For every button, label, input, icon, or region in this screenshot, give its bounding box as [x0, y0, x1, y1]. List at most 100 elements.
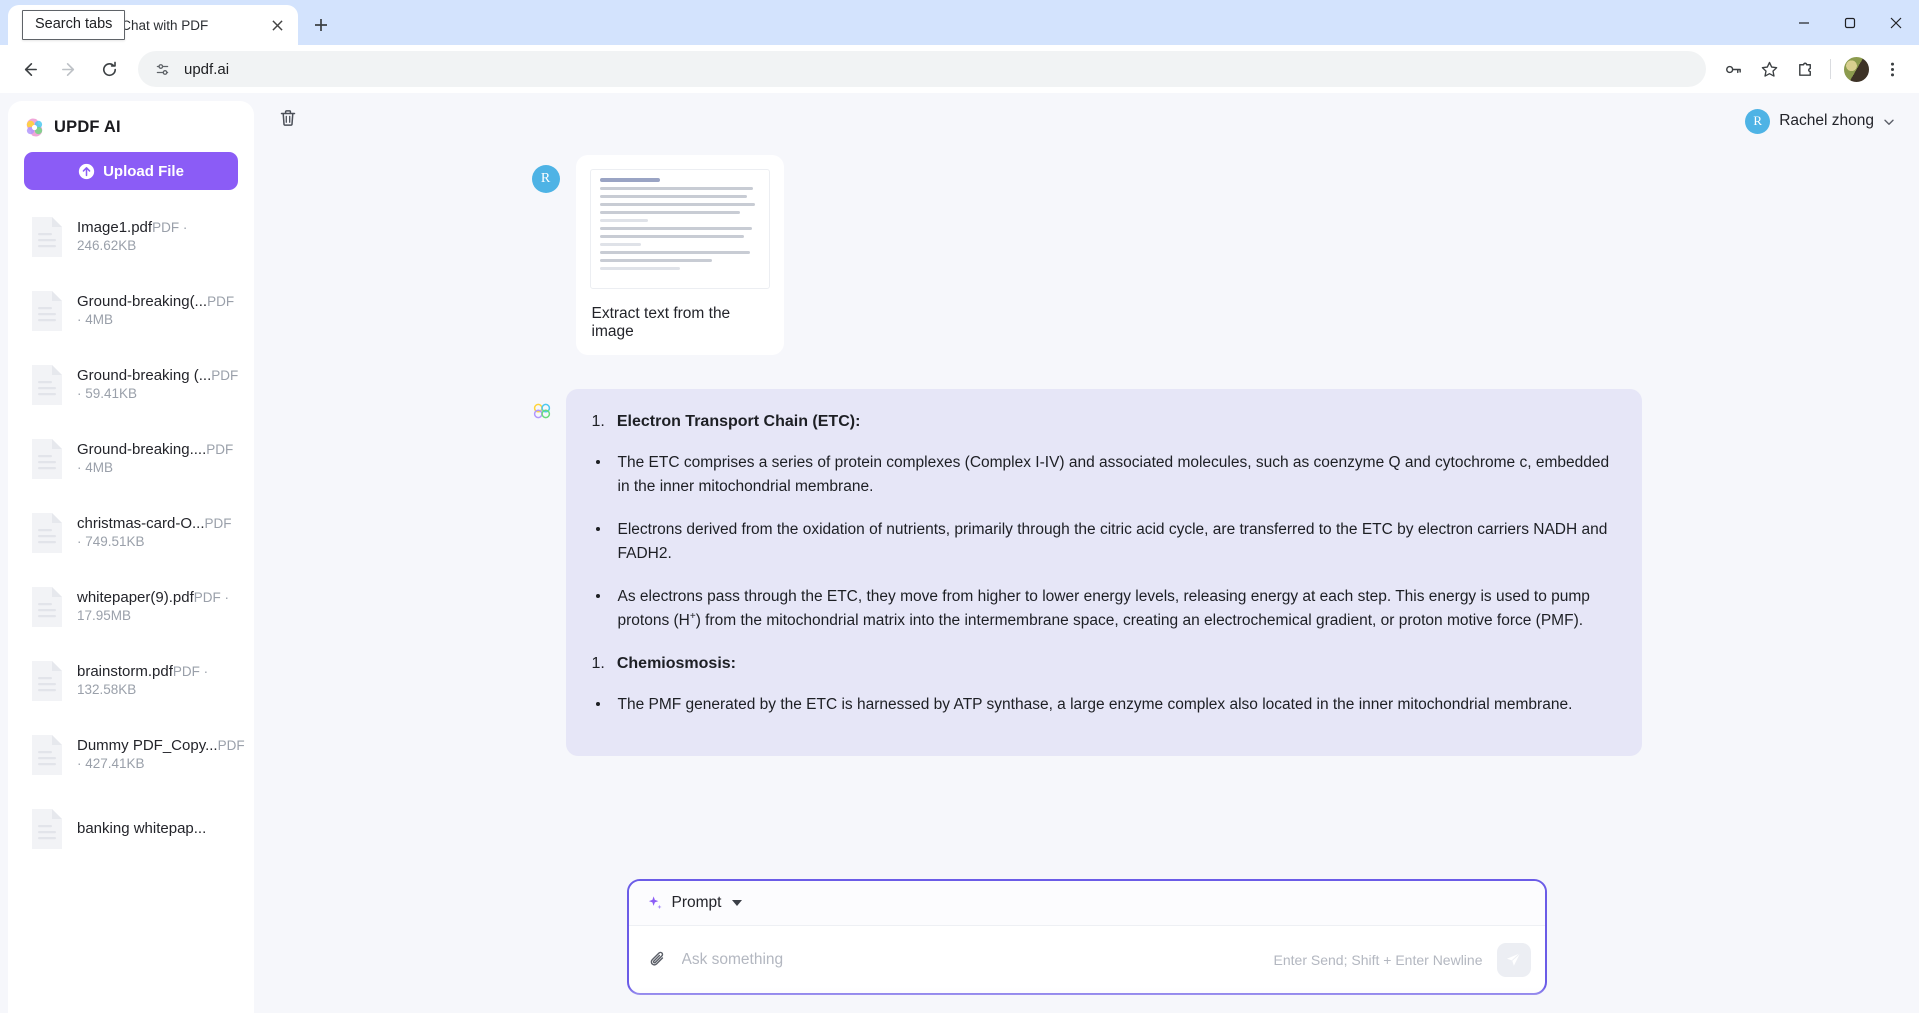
close-icon[interactable]: [266, 14, 288, 36]
tune-icon[interactable]: [152, 59, 172, 79]
attachment-card[interactable]: Extract text from the image: [575, 155, 784, 355]
chat-thread: R Extract text from the image 1. Electro…: [531, 149, 1642, 757]
main-panel: R Rachel zhong R Extract text from the i…: [254, 93, 1919, 1013]
avatar: R: [1745, 108, 1771, 134]
send-paper-plane-icon: [1506, 952, 1521, 966]
bullet-dot-icon: [595, 594, 606, 633]
url-text: updf.ai: [184, 60, 230, 78]
file-name: Ground-breaking(...: [77, 293, 208, 310]
list-text: Electron Transport Chain (ETC):: [616, 413, 861, 430]
pdf-file-icon: [28, 733, 66, 777]
profile-avatar[interactable]: [1839, 52, 1873, 86]
attachment-caption: Extract text from the image: [591, 305, 731, 340]
bullet-text: As electrons pass through the ETC, they …: [617, 588, 1590, 630]
file-name: whitepaper(9).pdf: [77, 589, 194, 606]
ai-bullet-item: The PMF generated by the ETC is harnesse…: [592, 693, 1616, 717]
pdf-file-icon: [28, 289, 66, 333]
window-close-icon[interactable]: [1873, 0, 1919, 45]
file-list[interactable]: Image1.pdfPDF · 246.62KB Ground-breaking…: [8, 204, 254, 1013]
reload-icon[interactable]: [90, 50, 128, 88]
ai-bullet-item: The ETC comprises a series of protein co…: [592, 451, 1616, 499]
star-icon[interactable]: [1752, 52, 1786, 86]
brand: UPDF AI: [8, 101, 254, 152]
list-number: 1.: [591, 654, 605, 672]
prompt-selector[interactable]: Prompt: [628, 881, 1545, 926]
file-name: Ground-breaking....: [77, 441, 207, 458]
trash-icon[interactable]: [278, 108, 304, 134]
list-item[interactable]: Ground-breaking(...PDF · 4MB: [20, 278, 242, 344]
updf-logo-icon: [24, 117, 45, 138]
file-name: brainstorm.pdf: [77, 663, 173, 680]
file-name: Ground-breaking (...: [77, 367, 212, 384]
send-hint: Enter Send; Shift + Enter Newline: [1273, 951, 1483, 968]
maximize-icon[interactable]: [1827, 0, 1873, 45]
bullet-text: The ETC comprises a series of protein co…: [617, 454, 1610, 496]
updf-ai-logo-icon: [532, 401, 552, 421]
list-item[interactable]: whitepaper(9).pdfPDF · 17.95MB: [20, 574, 242, 640]
pdf-file-icon: [28, 585, 66, 629]
list-number: 1.: [591, 413, 605, 430]
pdf-file-icon: [28, 807, 66, 851]
sidebar: UPDF AI Upload File Image1.pdfPDF · 246.…: [8, 101, 254, 1013]
new-tab-button[interactable]: [304, 8, 338, 42]
list-item[interactable]: Dummy PDF_Copy...PDF · 427.41KB: [20, 722, 245, 788]
upload-arrow-icon: [78, 163, 95, 179]
bullet-text: The PMF generated by the ETC is harnesse…: [617, 696, 1573, 714]
list-item[interactable]: banking whitepap...: [20, 796, 242, 862]
upload-file-button[interactable]: Upload File: [24, 152, 238, 190]
pdf-file-icon: [28, 437, 66, 481]
forward-arrow-icon[interactable]: [50, 50, 88, 88]
bullet-dot-icon: [595, 702, 606, 717]
user-message: R Extract text from the image: [531, 155, 1642, 355]
window-controls: [1781, 0, 1919, 45]
ai-message: 1. Electron Transport Chain (ETC): The ETC…: [532, 389, 1642, 757]
ai-bullet-item: Electrons derived from the oxidation of …: [592, 518, 1616, 566]
brand-name: UPDF AI: [54, 118, 121, 136]
address-bar[interactable]: updf.ai: [138, 51, 1706, 87]
ask-input[interactable]: [681, 950, 1260, 969]
bullet-dot-icon: [595, 527, 606, 566]
browser-toolbar: updf.ai: [0, 45, 1919, 93]
user-name: Rachel zhong: [1779, 112, 1874, 129]
sparkle-icon: [647, 895, 664, 912]
pdf-file-icon: [28, 659, 66, 703]
search-tabs-tooltip: Search tabs: [22, 10, 126, 40]
pdf-file-icon: [28, 215, 66, 259]
browser-window: F AI Online: Chat with PDF Search tabs u…: [0, 0, 1919, 1013]
ai-heading-item: 1. Chemiosmosis:: [592, 653, 1616, 675]
file-name: banking whitepap...: [77, 820, 207, 837]
chat-scroll-area[interactable]: R Extract text from the image 1. Electro…: [254, 149, 1919, 1013]
composer: Prompt Enter Send; Shift + Enter Newline: [626, 879, 1547, 995]
paperclip-icon[interactable]: [647, 949, 668, 970]
key-icon[interactable]: [1716, 52, 1750, 86]
avatar: R: [531, 165, 560, 193]
list-item[interactable]: christmas-card-O...PDF · 749.51KB: [20, 500, 242, 566]
upload-file-label: Upload File: [103, 162, 184, 180]
prompt-label: Prompt: [671, 894, 722, 911]
list-text: Chemiosmosis:: [616, 654, 736, 672]
chevron-down-icon: [1883, 115, 1895, 127]
bullet-text: Electrons derived from the oxidation of …: [617, 521, 1608, 563]
list-item[interactable]: Ground-breaking....PDF · 4MB: [20, 426, 242, 492]
list-item[interactable]: brainstorm.pdfPDF · 132.58KB: [20, 648, 242, 714]
document-thumbnail[interactable]: [589, 169, 770, 289]
ai-bullet-item: As electrons pass through the ETC, they …: [592, 585, 1616, 633]
list-item[interactable]: Ground-breaking (...PDF · 59.41KB: [20, 352, 242, 418]
three-dot-menu-icon[interactable]: [1875, 52, 1909, 86]
composer-area: Prompt Enter Send; Shift + Enter Newline: [254, 879, 1919, 1013]
toolbar-divider: [1830, 59, 1831, 79]
list-item[interactable]: Image1.pdfPDF · 246.62KB: [20, 204, 242, 270]
bullet-dot-icon: [595, 460, 606, 499]
composer-input-row: Enter Send; Shift + Enter Newline: [629, 926, 1545, 993]
user-menu[interactable]: R Rachel zhong: [1745, 108, 1895, 134]
minimize-icon[interactable]: [1781, 0, 1827, 45]
extensions-puzzle-icon[interactable]: [1788, 52, 1822, 86]
pdf-file-icon: [28, 511, 66, 555]
ai-heading-item: 1. Electron Transport Chain (ETC):: [592, 411, 1616, 433]
main-toolbar: R Rachel zhong: [254, 93, 1919, 149]
caret-down-icon[interactable]: [732, 900, 743, 906]
back-arrow-icon[interactable]: [10, 50, 48, 88]
ai-response-bubble: 1. Electron Transport Chain (ETC): The ETC…: [565, 389, 1642, 757]
file-name: Dummy PDF_Copy...: [77, 737, 218, 754]
send-button[interactable]: [1496, 942, 1531, 977]
